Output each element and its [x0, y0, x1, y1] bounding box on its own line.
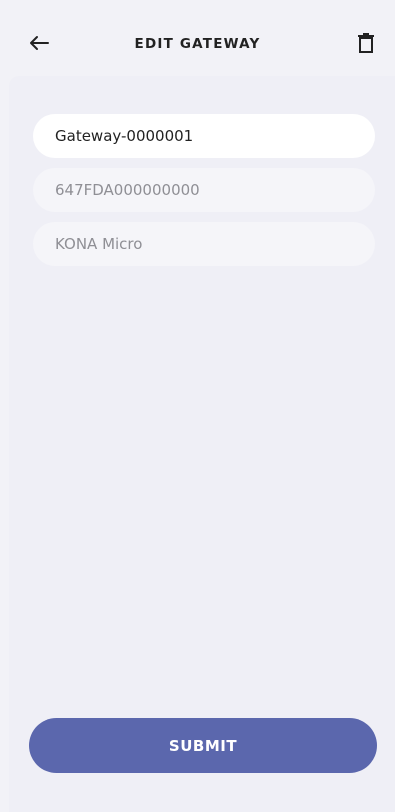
app-header: EDIT GATEWAY [0, 0, 395, 76]
gateway-id-value: 647FDA000000000 [55, 181, 200, 199]
gateway-model-field[interactable]: KONA Micro [33, 222, 375, 266]
trash-icon [358, 33, 374, 53]
form-container: Gateway-0000001 647FDA000000000 KONA Mic… [9, 76, 395, 812]
gateway-name-value: Gateway-0000001 [55, 127, 194, 145]
gateway-model-value: KONA Micro [55, 235, 143, 253]
submit-label: SUBMIT [168, 736, 238, 755]
page-title: EDIT GATEWAY [134, 36, 261, 52]
submit-button[interactable]: SUBMIT [29, 718, 377, 773]
gateway-id-field[interactable]: 647FDA000000000 [33, 168, 375, 212]
delete-button[interactable] [352, 28, 380, 58]
gateway-name-field[interactable]: Gateway-0000001 [33, 114, 375, 158]
